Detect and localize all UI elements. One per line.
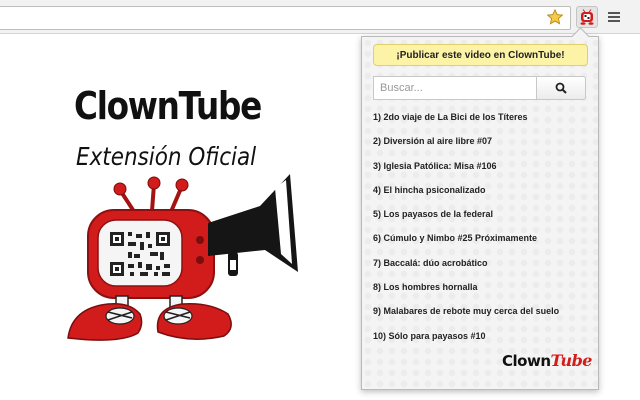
search-icon xyxy=(555,82,567,94)
video-list-item[interactable]: 3) Iglesia Patólica: Misa #106 xyxy=(373,158,595,182)
browser-window: ClownTube Extensión Oficial ¡Publicar es… xyxy=(0,0,640,400)
search-input[interactable]: Buscar... xyxy=(373,76,536,100)
extension-popup: ¡Publicar este video en ClownTube! Busca… xyxy=(361,36,599,390)
logo-text-clown: Clown xyxy=(502,352,551,370)
video-list-item[interactable]: 9) Malabares de rebote muy cerca del sue… xyxy=(373,303,595,327)
video-list-item[interactable]: 1) 2do viaje de La Bici de los Títeres xyxy=(373,109,595,133)
promo-subtitle: Extensión Oficial xyxy=(76,142,257,171)
hamburger-menu-icon[interactable] xyxy=(604,8,624,26)
video-list-item[interactable]: 5) Los payasos de la federal xyxy=(373,206,595,230)
star-icon[interactable] xyxy=(544,6,566,28)
clowntube-logo[interactable]: ClownTube xyxy=(502,351,592,371)
address-bar[interactable] xyxy=(0,6,571,30)
video-list-item[interactable]: 7) Baccalá: dúo acrobático xyxy=(373,255,595,279)
video-list: 1) 2do viaje de La Bici de los Títeres 2… xyxy=(373,109,595,352)
publish-video-button[interactable]: ¡Publicar este video en ClownTube! xyxy=(373,44,588,66)
logo-text-tube: Tube xyxy=(550,351,593,370)
clowntube-tv-icon xyxy=(580,9,594,25)
search-bar: Buscar... xyxy=(373,76,586,100)
video-list-item[interactable]: 4) El hincha psiconalizado xyxy=(373,182,595,206)
promo-title: ClownTube xyxy=(74,84,262,128)
search-button[interactable] xyxy=(536,76,586,100)
video-list-item[interactable]: 2) Diversión al aire libre #07 xyxy=(373,133,595,157)
clown-tv-megaphone-mascot xyxy=(67,174,298,341)
clowntube-extension-button[interactable] xyxy=(576,6,598,28)
video-list-item[interactable]: 10) Sólo para payasos #10 xyxy=(373,328,595,352)
video-list-item[interactable]: 6) Cúmulo y Nimbo #25 Próximamente xyxy=(373,230,595,254)
browser-toolbar xyxy=(0,0,640,34)
video-list-item[interactable]: 8) Los hombres hornalla xyxy=(373,279,595,303)
